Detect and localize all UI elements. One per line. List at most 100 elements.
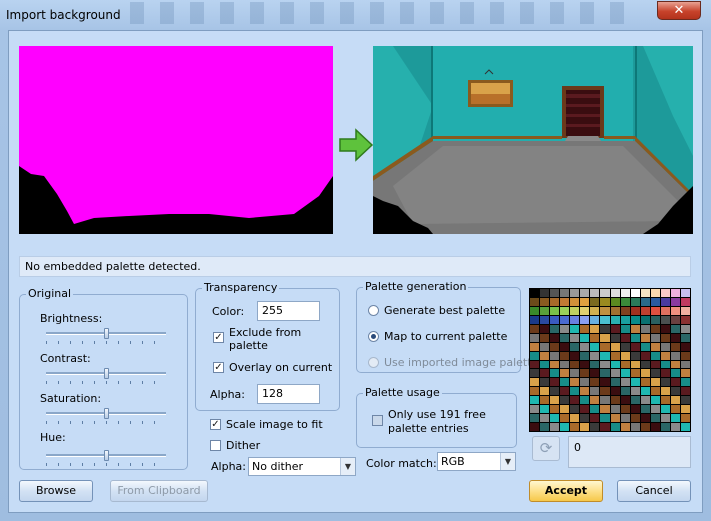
palette-swatch[interactable]	[590, 351, 600, 360]
palette-swatch[interactable]	[530, 360, 540, 369]
palette-swatch[interactable]	[540, 360, 550, 369]
palette-swatch[interactable]	[540, 315, 550, 324]
palette-swatch[interactable]	[600, 333, 610, 342]
accept-button[interactable]: Accept	[529, 480, 603, 502]
palette-swatch[interactable]	[560, 387, 570, 396]
palette-swatch[interactable]	[680, 289, 690, 297]
browse-button[interactable]: Browse	[19, 480, 93, 502]
chevron-down-icon[interactable]: ▼	[500, 453, 515, 470]
palette-swatch[interactable]	[630, 387, 640, 396]
brightness-slider[interactable]	[46, 328, 166, 344]
palette-swatch[interactable]	[610, 342, 620, 351]
palette-swatch[interactable]	[540, 289, 550, 297]
palette-swatch[interactable]	[580, 396, 590, 405]
palette-swatch[interactable]	[580, 369, 590, 378]
palette-swatch[interactable]	[550, 378, 560, 387]
palette-swatch[interactable]	[640, 414, 650, 423]
palette-swatch[interactable]	[530, 289, 540, 297]
palette-swatch[interactable]	[610, 297, 620, 306]
palette-swatch[interactable]	[660, 414, 670, 423]
palette-swatch[interactable]	[600, 306, 610, 315]
palette-swatch[interactable]	[680, 315, 690, 324]
palette-swatch[interactable]	[650, 351, 660, 360]
palette-swatch[interactable]	[570, 315, 580, 324]
palette-swatch[interactable]	[660, 315, 670, 324]
palette-swatch[interactable]	[620, 360, 630, 369]
palette-swatch[interactable]	[660, 369, 670, 378]
palette-swatch[interactable]	[560, 360, 570, 369]
palette-swatch[interactable]	[670, 378, 680, 387]
transparency-color-input[interactable]: 255	[257, 301, 320, 321]
palette-swatch[interactable]	[650, 387, 660, 396]
palette-swatch[interactable]	[580, 297, 590, 306]
palette-swatch[interactable]	[650, 342, 660, 351]
palette-swatch[interactable]	[650, 360, 660, 369]
palette-swatch[interactable]	[580, 324, 590, 333]
palette-swatch[interactable]	[530, 324, 540, 333]
palette-swatch[interactable]	[610, 324, 620, 333]
palette-swatch[interactable]	[580, 387, 590, 396]
palette-swatch[interactable]	[650, 324, 660, 333]
palette-swatch[interactable]	[670, 360, 680, 369]
palette-swatch[interactable]	[620, 315, 630, 324]
palette-swatch[interactable]	[560, 423, 570, 431]
palette-swatch[interactable]	[660, 378, 670, 387]
overlay-on-current-checkbox[interactable]: ✓	[213, 362, 224, 373]
palette-swatch[interactable]	[650, 289, 660, 297]
palette-swatch[interactable]	[550, 423, 560, 431]
palette-swatch[interactable]	[640, 387, 650, 396]
palette-swatch[interactable]	[630, 306, 640, 315]
palette-swatch[interactable]	[600, 351, 610, 360]
palette-swatch[interactable]	[650, 414, 660, 423]
palette-swatch[interactable]	[660, 360, 670, 369]
close-button[interactable]: ✕	[657, 1, 701, 20]
palette-swatch[interactable]	[590, 369, 600, 378]
palette-swatch[interactable]	[640, 423, 650, 431]
palette-swatch[interactable]	[580, 378, 590, 387]
palette-swatch[interactable]	[670, 315, 680, 324]
palette-swatch[interactable]	[570, 297, 580, 306]
palette-swatch[interactable]	[630, 405, 640, 414]
palette-swatch[interactable]	[660, 333, 670, 342]
dither-checkbox[interactable]	[210, 440, 221, 451]
palette-swatch[interactable]	[650, 306, 660, 315]
palette-swatch[interactable]	[610, 378, 620, 387]
palette-swatch[interactable]	[640, 333, 650, 342]
palette-swatch[interactable]	[610, 360, 620, 369]
palette-swatch[interactable]	[620, 369, 630, 378]
palette-swatch[interactable]	[670, 333, 680, 342]
refresh-palette-button[interactable]: ⟳	[532, 436, 560, 461]
palette-swatch[interactable]	[670, 369, 680, 378]
palette-swatch[interactable]	[610, 369, 620, 378]
palette-swatch[interactable]	[560, 324, 570, 333]
palette-swatch[interactable]	[540, 351, 550, 360]
palette-swatch[interactable]	[600, 369, 610, 378]
palette-swatch[interactable]	[600, 324, 610, 333]
palette-swatch[interactable]	[540, 387, 550, 396]
palette-swatch[interactable]	[680, 396, 690, 405]
palette-swatch[interactable]	[650, 333, 660, 342]
palette-swatch[interactable]	[550, 351, 560, 360]
palette-swatch[interactable]	[650, 315, 660, 324]
only-use-free-entries-checkbox[interactable]	[372, 415, 383, 426]
palette-swatch[interactable]	[540, 378, 550, 387]
palette-swatch[interactable]	[630, 414, 640, 423]
generate-best-palette-radio[interactable]	[368, 305, 379, 316]
palette-swatch[interactable]	[630, 289, 640, 297]
palette-swatch[interactable]	[580, 333, 590, 342]
palette-swatch[interactable]	[540, 306, 550, 315]
palette-swatch[interactable]	[620, 324, 630, 333]
palette-swatch[interactable]	[680, 423, 690, 431]
palette-swatch[interactable]	[630, 342, 640, 351]
palette-swatch[interactable]	[560, 306, 570, 315]
palette-swatch[interactable]	[680, 369, 690, 378]
palette-swatch[interactable]	[580, 360, 590, 369]
palette-swatch[interactable]	[640, 342, 650, 351]
palette-swatch[interactable]	[620, 333, 630, 342]
palette-swatch[interactable]	[570, 306, 580, 315]
palette-swatch[interactable]	[680, 306, 690, 315]
palette-swatch[interactable]	[610, 306, 620, 315]
palette-swatch[interactable]	[570, 289, 580, 297]
palette-swatch[interactable]	[640, 369, 650, 378]
palette-swatch[interactable]	[580, 405, 590, 414]
